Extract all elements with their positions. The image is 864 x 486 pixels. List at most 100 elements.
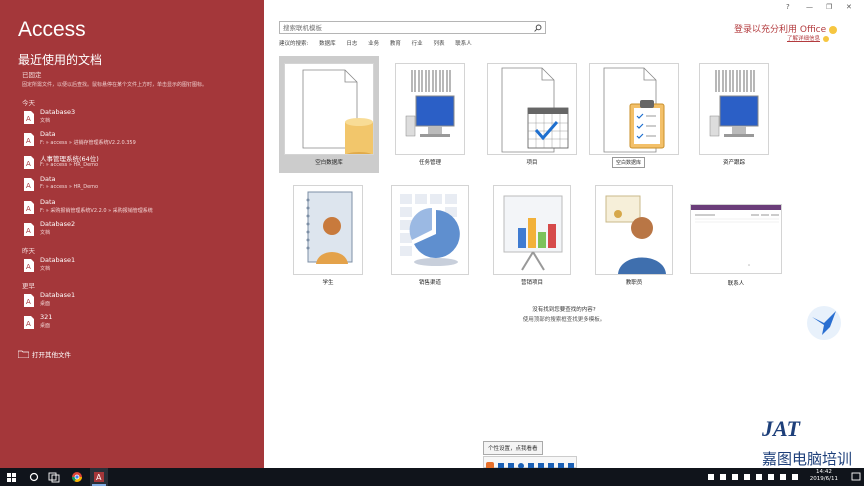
recent-title: 最近使用的文档 bbox=[18, 53, 103, 67]
suggest-link[interactable]: 联系人 bbox=[455, 41, 472, 47]
access-file-icon: A bbox=[24, 294, 34, 307]
template-marketing-projects[interactable]: 营销项目 bbox=[492, 184, 572, 288]
file-name: Database3 bbox=[40, 108, 76, 116]
template-asset-tracking[interactable]: 资产跟踪 bbox=[698, 62, 770, 166]
open-other-files-button[interactable]: 打开其他文件 bbox=[18, 348, 138, 360]
access-file-icon: A bbox=[24, 111, 34, 124]
smiley-icon bbox=[829, 25, 838, 34]
template-students[interactable]: 学生 bbox=[292, 184, 364, 288]
file-name: Data bbox=[40, 130, 56, 138]
pinned-description: 固定所需文件，以便以后查找。鼠标悬停在某个文件上方时，单击显示的图钉图标。 bbox=[22, 82, 208, 88]
svg-text:A: A bbox=[26, 160, 31, 168]
bird-logo-icon bbox=[807, 306, 841, 340]
template-label: 任务管理 bbox=[418, 160, 441, 166]
template-faculty[interactable]: 教职员 bbox=[594, 184, 674, 288]
chrome-icon[interactable] bbox=[70, 468, 84, 486]
task-view-icon[interactable] bbox=[48, 468, 60, 486]
access-file-icon: A bbox=[24, 178, 34, 191]
minimize-button[interactable]: — bbox=[806, 3, 813, 11]
file-path: F: » access » HR_Demo bbox=[40, 162, 99, 168]
recent-file-item[interactable]: A Database1 文档 bbox=[22, 256, 258, 278]
access-taskbar-icon[interactable]: A bbox=[90, 468, 108, 486]
taskbar-clock[interactable]: 14:42 2019/6/11 bbox=[810, 469, 838, 483]
pinned-header: 已固定 bbox=[22, 71, 42, 79]
help-button[interactable]: ? bbox=[786, 3, 790, 11]
suggest-link[interactable]: 数据库 bbox=[319, 41, 336, 47]
system-tray-icons[interactable] bbox=[706, 468, 806, 486]
bar-chart-icon bbox=[493, 185, 571, 275]
learn-more-link[interactable]: 了解详细信息 bbox=[787, 34, 830, 42]
template-label: 项目 bbox=[526, 160, 538, 166]
blank-database-icon bbox=[284, 63, 374, 155]
app-title: Access bbox=[18, 18, 86, 41]
template-project[interactable]: 项目 bbox=[486, 62, 578, 166]
recent-file-item[interactable]: A Database3 文档 bbox=[22, 108, 258, 130]
svg-text:A: A bbox=[26, 205, 31, 213]
suggest-link[interactable]: 业务 bbox=[368, 41, 379, 47]
contacts-preview-icon bbox=[690, 204, 782, 274]
file-path: 桌面 bbox=[40, 301, 51, 307]
faculty-icon bbox=[595, 185, 673, 275]
file-path: 文档 bbox=[40, 266, 51, 272]
template-blank-database[interactable]: 空白数据库 bbox=[279, 56, 379, 173]
file-name: Database1 bbox=[40, 256, 76, 264]
file-path: F: » access » HR_Demo bbox=[40, 184, 99, 190]
template-task-management[interactable]: 任务管理 bbox=[394, 62, 466, 166]
restore-button[interactable]: ❐ bbox=[826, 3, 832, 11]
open-other-label: 打开其他文件 bbox=[32, 351, 71, 359]
suggest-link[interactable]: 行业 bbox=[412, 41, 423, 47]
svg-text:A: A bbox=[26, 320, 31, 328]
template-label: 资产跟踪 bbox=[722, 160, 745, 166]
calendar-check-icon bbox=[487, 63, 577, 155]
learn-more-text: 了解详细信息 bbox=[787, 36, 821, 42]
recent-file-item[interactable]: A 321 桌面 bbox=[22, 313, 258, 335]
search-icon[interactable] bbox=[534, 24, 542, 32]
file-name: Database1 bbox=[40, 291, 76, 299]
template-tooltip: 空白数据库 bbox=[612, 157, 646, 168]
windows-start-icon[interactable] bbox=[6, 468, 18, 486]
clock-time: 14:42 bbox=[815, 469, 832, 475]
template-issues[interactable]: 问题 bbox=[588, 62, 680, 166]
notifications-icon[interactable] bbox=[850, 468, 862, 486]
watermark-jat: JAT bbox=[762, 416, 800, 441]
svg-text:A: A bbox=[26, 298, 31, 306]
student-icon bbox=[293, 185, 363, 275]
no-find-subtitle: 使用顶部的搜索框查找更多模板。 bbox=[522, 317, 606, 323]
file-path: F: » access » 进销存管理系统V2.2.0.359 bbox=[40, 140, 136, 146]
ime-toolbar[interactable] bbox=[483, 456, 577, 470]
clipboard-icon bbox=[589, 63, 679, 155]
file-name: Database2 bbox=[40, 220, 76, 228]
template-label: 联系人 bbox=[727, 281, 745, 287]
access-file-icon: A bbox=[24, 156, 34, 169]
template-sales-pipeline[interactable]: 销售渠道 bbox=[390, 184, 470, 288]
suggest-link[interactable]: 列表 bbox=[433, 41, 444, 47]
suggest-link[interactable]: 日志 bbox=[346, 41, 357, 47]
template-contacts[interactable]: 联系人 bbox=[690, 204, 782, 288]
template-search-input[interactable] bbox=[283, 23, 533, 33]
template-label: 教职员 bbox=[625, 280, 643, 286]
template-search-box[interactable] bbox=[279, 21, 546, 34]
recent-file-item[interactable]: A Data F: » access » 进销存管理系统V2.2.0.359 bbox=[22, 130, 258, 152]
recent-file-item[interactable]: A Data F: » access » HR_Demo bbox=[22, 175, 258, 197]
watermark-text: 嘉图电脑培训 bbox=[762, 450, 853, 468]
cortana-icon[interactable] bbox=[28, 468, 40, 486]
file-path: 桌面 bbox=[40, 323, 51, 329]
recent-file-item[interactable]: A 人事管理系统(64位) F: » access » HR_Demo bbox=[22, 153, 258, 175]
recent-file-item[interactable]: A Database1 桌面 bbox=[22, 291, 258, 313]
file-name: Data bbox=[40, 175, 56, 183]
template-label: 销售渠道 bbox=[418, 280, 441, 286]
group-header-today: 今天 bbox=[22, 99, 35, 107]
svg-text:A: A bbox=[96, 473, 102, 482]
recent-file-item[interactable]: A Data F: » 采购报销管理系统V2.2.0 » 采购报销管理系统 bbox=[22, 198, 258, 220]
access-file-icon: A bbox=[24, 201, 34, 214]
no-find-title: 没有找到您要查找的内容? bbox=[532, 307, 596, 313]
access-file-icon: A bbox=[24, 223, 34, 236]
recent-file-item[interactable]: A Database2 文档 bbox=[22, 220, 258, 242]
close-button[interactable]: ✕ bbox=[846, 3, 852, 11]
template-label: 学生 bbox=[322, 280, 334, 286]
folder-icon bbox=[18, 350, 29, 358]
suggested-searches: 建议的搜索: 数据库 日志 业务 教育 行业 列表 联系人 bbox=[279, 39, 481, 47]
file-name: Data bbox=[40, 198, 56, 206]
template-label: 空白数据库 bbox=[315, 160, 343, 166]
suggest-link[interactable]: 教育 bbox=[390, 41, 401, 47]
